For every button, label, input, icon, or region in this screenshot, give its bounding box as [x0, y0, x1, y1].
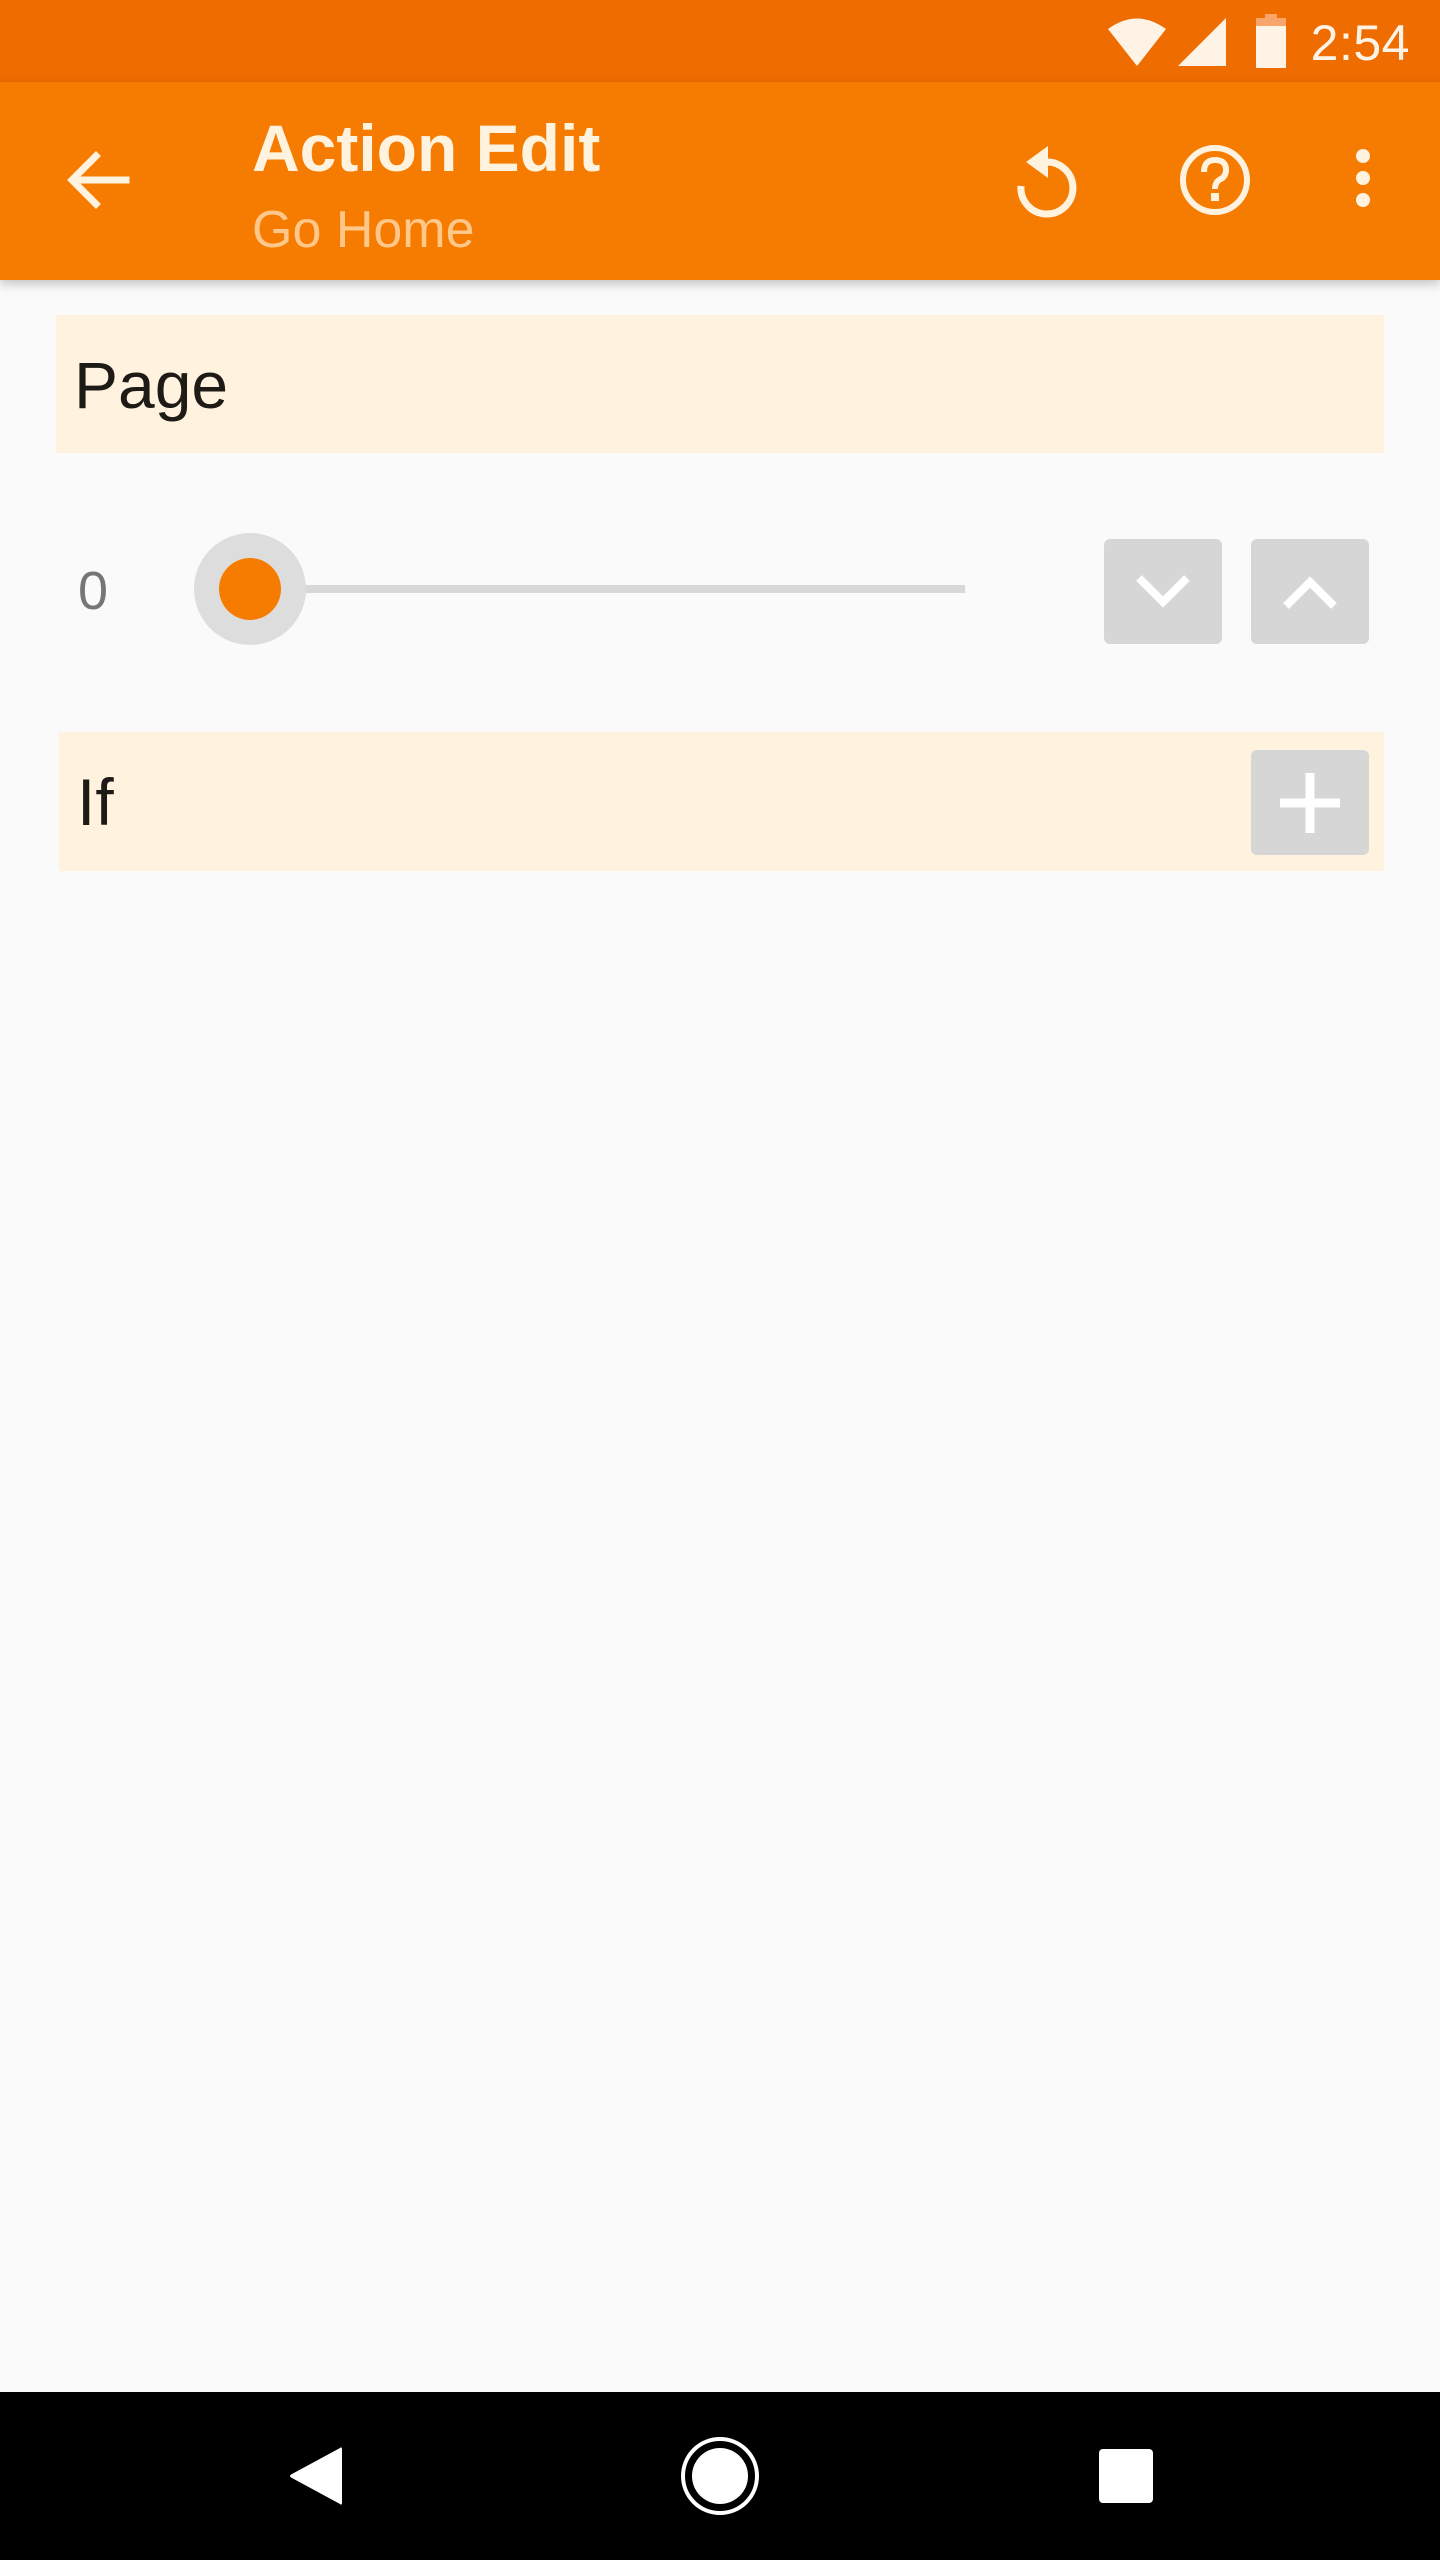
page-subtitle: Go Home	[252, 201, 475, 259]
increment-button[interactable]	[1251, 539, 1369, 644]
page-section-label: Page	[74, 348, 229, 422]
status-bar: 2:54	[0, 0, 1440, 82]
slider-thumb[interactable]	[219, 558, 281, 620]
if-section-header: If	[59, 732, 1384, 871]
battery-icon	[1256, 14, 1286, 68]
nav-recents-icon	[1099, 2449, 1153, 2503]
status-time: 2:54	[1310, 15, 1410, 71]
plus-icon	[1280, 772, 1340, 833]
page-section-header: Page	[56, 315, 1384, 453]
undo-icon	[1017, 146, 1077, 218]
reset-button[interactable]	[987, 120, 1107, 240]
app-toolbar: Action Edit Go Home	[0, 82, 1440, 280]
more-options-button[interactable]	[1303, 120, 1423, 240]
nav-recents-button[interactable]	[1046, 2392, 1206, 2560]
help-circle-icon	[1180, 145, 1250, 215]
nav-back-button[interactable]	[236, 2392, 396, 2560]
add-condition-button[interactable]	[1251, 750, 1369, 855]
page-title: Action Edit	[252, 111, 601, 185]
more-vert-icon	[1356, 149, 1370, 207]
decrement-button[interactable]	[1104, 539, 1222, 644]
wifi-icon	[1108, 18, 1166, 66]
if-section-label: If	[77, 765, 114, 839]
system-nav-bar	[0, 2392, 1440, 2560]
nav-home-icon	[681, 2437, 759, 2515]
chevron-down-icon	[1136, 574, 1190, 608]
nav-home-button[interactable]	[640, 2392, 800, 2560]
slider-track[interactable]	[250, 585, 965, 593]
chevron-up-icon	[1283, 575, 1337, 609]
cell-signal-icon	[1178, 18, 1226, 66]
slider-value: 0	[78, 561, 109, 621]
help-button[interactable]	[1155, 120, 1275, 240]
back-button[interactable]	[38, 120, 158, 240]
nav-back-icon	[290, 2447, 342, 2505]
arrow-left-icon	[67, 151, 130, 209]
